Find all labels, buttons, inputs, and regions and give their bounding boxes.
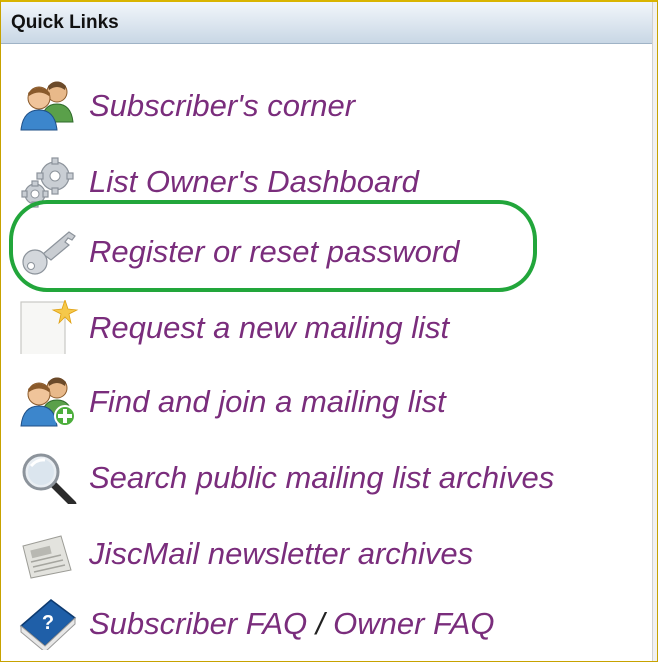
faq-separator: /	[315, 606, 325, 641]
panel-title: Quick Links	[11, 12, 119, 33]
users-icon	[17, 78, 79, 132]
faq-links: Subscriber FAQ / Owner FAQ	[89, 606, 494, 642]
add-users-icon	[17, 374, 79, 428]
link-newsletter-archives[interactable]: JiscMail newsletter archives	[17, 522, 647, 582]
link-label[interactable]: Subscriber's corner	[89, 88, 355, 124]
magnifier-icon	[17, 450, 79, 508]
link-request-new-mailing-list[interactable]: Request a new mailing list	[17, 296, 647, 359]
link-search-archives[interactable]: Search public mailing list archives	[17, 446, 647, 508]
scrollbar-edge	[652, 2, 657, 661]
link-subscribers-corner[interactable]: Subscriber's corner	[17, 74, 647, 134]
link-faq: ? Subscriber FAQ / Owner FAQ	[17, 592, 647, 653]
link-register-reset-password[interactable]: Register or reset password	[17, 220, 647, 280]
newspaper-icon	[17, 526, 79, 580]
key-icon	[17, 224, 79, 278]
quick-links-panel: Quick Links Subscriber's corner List Own…	[0, 0, 658, 662]
link-label[interactable]: List Owner's Dashboard	[89, 164, 419, 200]
link-find-join-mailing-list[interactable]: Find and join a mailing list	[17, 370, 647, 430]
new-document-icon	[17, 298, 79, 359]
owner-faq-link[interactable]: Owner FAQ	[333, 606, 494, 641]
link-label[interactable]: Request a new mailing list	[89, 310, 449, 346]
subscriber-faq-link[interactable]: Subscriber FAQ	[89, 606, 307, 641]
help-book-icon: ?	[17, 596, 79, 653]
link-list-owners-dashboard[interactable]: List Owner's Dashboard	[17, 150, 647, 210]
gears-icon	[17, 154, 79, 208]
link-label[interactable]: Register or reset password	[89, 234, 459, 270]
panel-header: Quick Links	[1, 2, 657, 44]
svg-text:?: ?	[42, 612, 54, 634]
link-label[interactable]: Search public mailing list archives	[89, 460, 554, 496]
link-label[interactable]: JiscMail newsletter archives	[89, 536, 473, 572]
link-label[interactable]: Find and join a mailing list	[89, 384, 446, 420]
